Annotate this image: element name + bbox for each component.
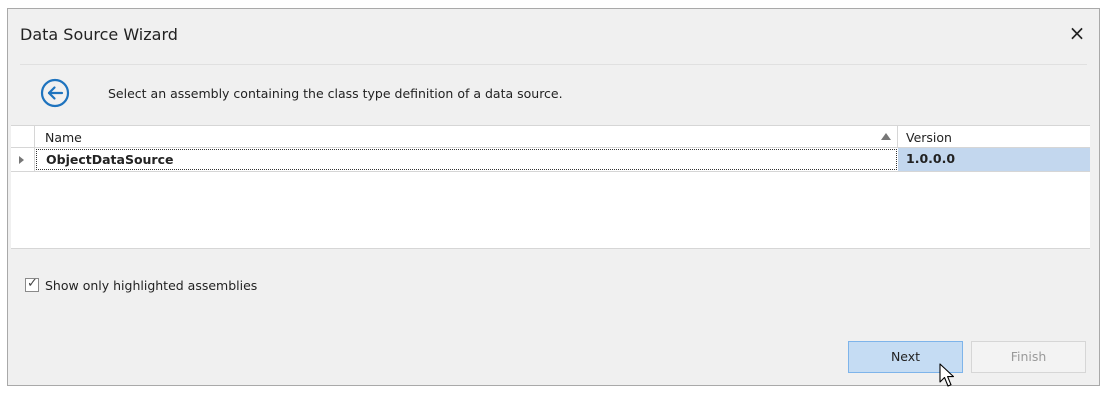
checkbox-box[interactable]: ✓ [25,276,39,292]
show-highlighted-label[interactable]: Show only highlighted assemblies [45,278,257,293]
header-indicator-cell [11,126,35,147]
row-pointer-icon [19,156,24,164]
cell-version[interactable]: 1.0.0.0 [898,148,1090,171]
mouse-pointer-icon [939,363,955,387]
close-icon[interactable]: × [1067,23,1087,43]
table-row[interactable]: ObjectDataSource 1.0.0.0 [11,148,1090,172]
row-indicator-cell [11,148,35,171]
checkmark-icon: ✓ [27,276,38,291]
back-arrow-icon[interactable] [39,77,71,109]
cell-version-text: 1.0.0.0 [906,151,956,166]
column-header-version-label: Version [906,130,952,145]
finish-button[interactable]: Finish [971,341,1086,373]
sort-ascending-icon [881,133,891,140]
assembly-grid: Name Version ObjectDataSource 1.0.0.0 [11,125,1090,249]
instruction-text: Select an assembly containing the class … [108,86,563,101]
title-divider [20,64,1087,65]
window-title: Data Source Wizard [20,25,178,44]
column-header-version[interactable]: Version [898,126,1090,148]
cell-name[interactable]: ObjectDataSource [36,149,897,170]
cell-name-text: ObjectDataSource [46,152,174,167]
column-header-name[interactable]: Name [35,126,898,148]
grid-header: Name Version [11,126,1090,148]
column-header-name-label: Name [45,130,82,145]
